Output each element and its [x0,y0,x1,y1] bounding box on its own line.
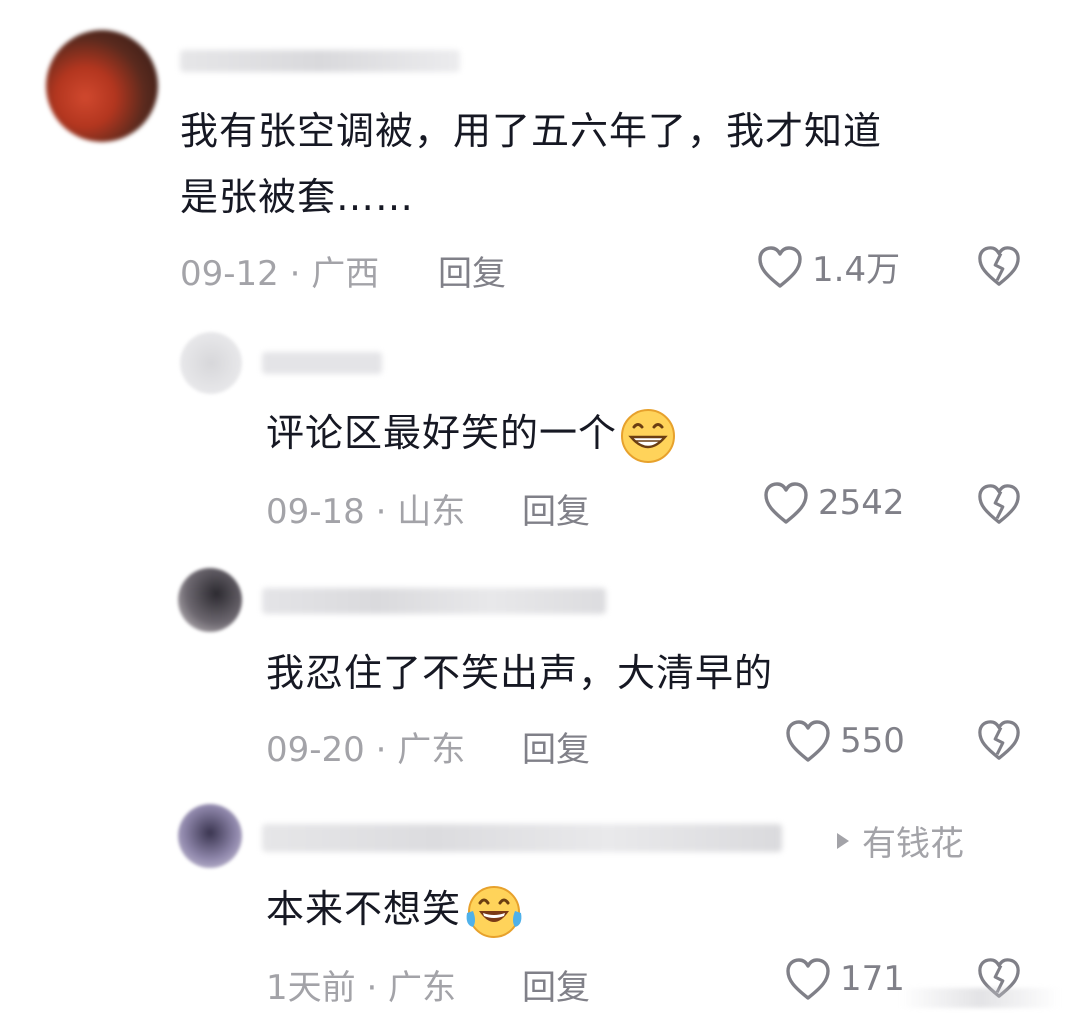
avatar[interactable] [180,332,242,394]
comment-text-content: 本来不想笑 [266,887,462,931]
comment-text: 我忍住了不笑出声，大清早的 [266,651,774,695]
like-button[interactable]: 1.4万 [756,242,900,291]
reply-to-user[interactable]: 有钱花 [836,816,964,865]
like-count: 550 [840,721,905,761]
like-button[interactable]: 2542 [762,480,905,526]
heart-icon [758,245,802,288]
username[interactable] [262,824,782,852]
avatar[interactable] [178,804,242,868]
like-count: 2542 [818,483,905,523]
like-count: 171 [840,959,905,999]
heart-icon [764,482,808,524]
comment-text: 我有张空调被，用了五六年了，我才知道 [180,109,883,153]
grinning-emoji-icon [621,408,676,463]
dislike-icon[interactable] [976,244,1022,288]
dislike-icon[interactable] [976,718,1022,762]
avatar[interactable] [178,568,242,632]
comment-text: 评论区最好笑的一个 [266,400,677,466]
comment-text: 本来不想笑 [266,876,525,942]
triangle-right-icon [837,832,849,849]
username[interactable] [262,352,382,374]
like-count: 1.4万 [812,250,901,290]
dislike-icon[interactable] [976,482,1022,526]
tears-of-joy-emoji-icon [466,885,522,938]
reply-button[interactable]: 回复 [438,246,506,295]
avatar[interactable] [46,30,158,142]
username[interactable] [262,588,606,614]
comment-text-content: 评论区最好笑的一个 [266,411,618,455]
comment-date-location: 09-20 · 广东 [266,730,466,770]
comment-date-location: 1天前 · 广东 [266,968,457,1008]
watermark [900,988,1060,1008]
reply-button[interactable]: 回复 [522,484,590,533]
heart-icon [786,720,830,762]
like-button[interactable]: 171 [784,956,905,1002]
like-button[interactable]: 550 [784,718,905,764]
comment-date-location: 09-18 · 山东 [266,492,466,532]
reply-button[interactable]: 回复 [522,722,590,771]
reply-to-name: 有钱花 [862,824,964,864]
heart-icon [786,958,830,1000]
comment-text: 是张被套…… [180,175,415,219]
comment-date-location: 09-12 · 广西 [180,254,380,294]
reply-button[interactable]: 回复 [522,960,590,1009]
username[interactable] [180,50,460,72]
